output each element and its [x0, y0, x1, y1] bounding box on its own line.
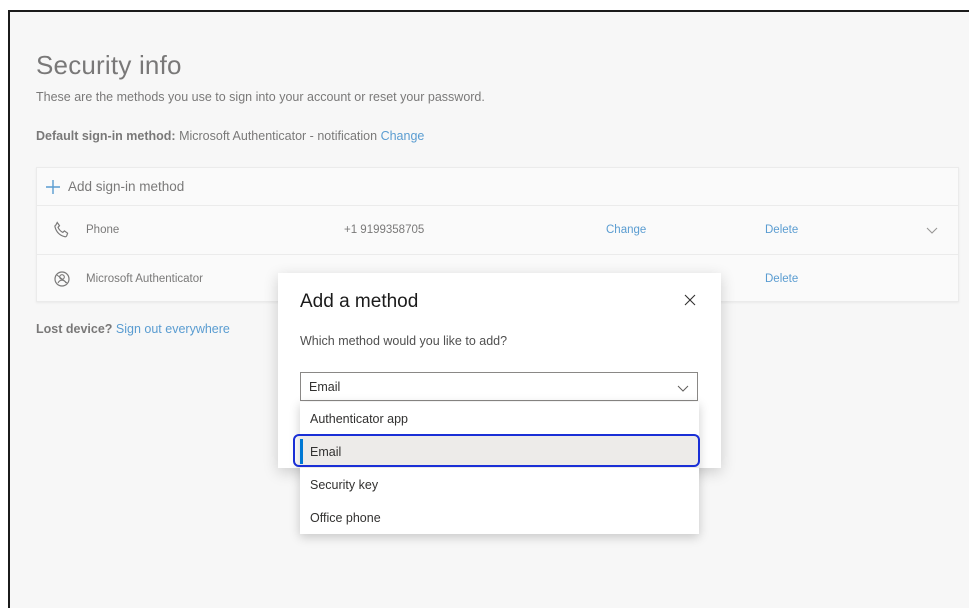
option-security-key[interactable]: Security key: [300, 468, 699, 501]
option-label: Security key: [310, 477, 379, 492]
dialog-title: Add a method: [300, 291, 419, 312]
method-select-value: Email: [309, 379, 341, 394]
option-label: Email: [310, 444, 342, 459]
dialog-question: Which method would you like to add?: [300, 334, 508, 348]
browser-frame: Security info These are the methods you …: [8, 10, 969, 608]
option-label: Office phone: [310, 510, 381, 525]
close-icon[interactable]: [683, 293, 699, 309]
option-authenticator-app[interactable]: Authenticator app: [300, 402, 699, 435]
chevron-down-icon: [677, 381, 689, 393]
option-office-phone[interactable]: Office phone: [300, 501, 699, 534]
method-dropdown-list: Authenticator app Email Security key Off…: [293, 402, 700, 534]
focus-ring: [293, 434, 700, 467]
option-email[interactable]: Email: [293, 434, 700, 468]
option-label: Authenticator app: [310, 411, 408, 426]
method-select[interactable]: Email: [300, 372, 698, 401]
